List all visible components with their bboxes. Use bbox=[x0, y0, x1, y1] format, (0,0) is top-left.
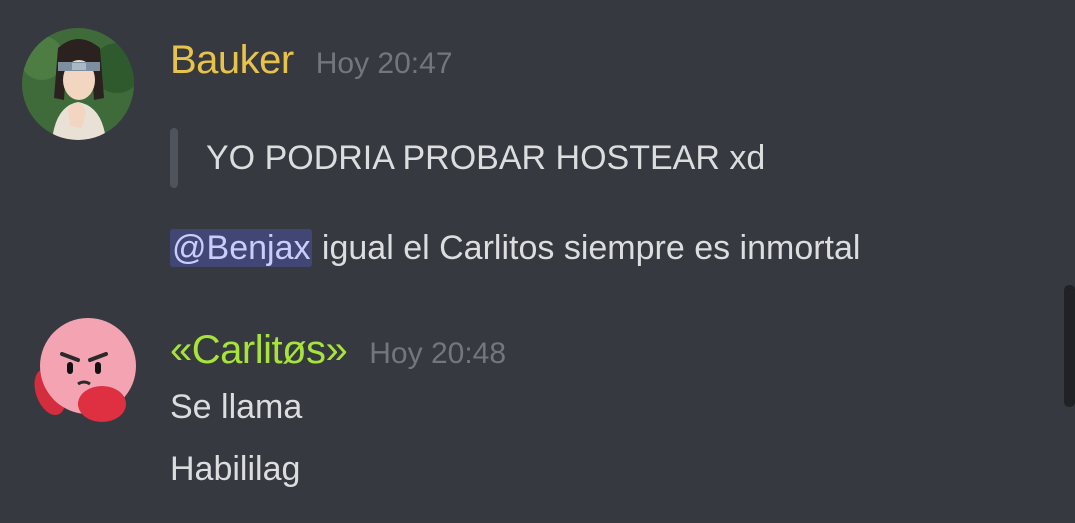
message-timestamp: Hoy 20:48 bbox=[369, 337, 507, 370]
message-text-line: Habililag bbox=[170, 450, 301, 488]
message-timestamp: Hoy 20:47 bbox=[315, 47, 453, 80]
user-avatar-bauker[interactable] bbox=[22, 28, 134, 140]
username-carlitos[interactable]: «Carlitøs» bbox=[170, 328, 348, 373]
neji-avatar-icon bbox=[22, 28, 134, 140]
chat-scrollbar[interactable] bbox=[1064, 285, 1075, 407]
quoted-message-text: YO PODRIA PROBAR HOSTEAR xd bbox=[206, 139, 766, 177]
message-text-line: @Benjax igual el Carlitos siempre es inm… bbox=[170, 229, 860, 268]
message-text: igual el Carlitos siempre es inmortal bbox=[312, 229, 861, 267]
user-avatar-carlitos[interactable] bbox=[20, 312, 138, 430]
message-header-carlitos: «Carlitøs» Hoy 20:48 bbox=[170, 328, 506, 373]
message-group-carlitos: «Carlitøs» Hoy 20:48 Se llama Habililag bbox=[0, 290, 1060, 523]
message-header-bauker: Bauker Hoy 20:47 bbox=[170, 38, 453, 83]
username-bauker[interactable]: Bauker bbox=[170, 38, 294, 83]
message-group-bauker: Bauker Hoy 20:47 YO PODRIA PROBAR HOSTEA… bbox=[0, 0, 1060, 290]
user-mention[interactable]: @Benjax bbox=[170, 229, 313, 267]
kirby-avatar-icon bbox=[34, 318, 136, 422]
message-text-line: Se llama bbox=[170, 388, 303, 426]
quote-bar bbox=[170, 128, 178, 188]
